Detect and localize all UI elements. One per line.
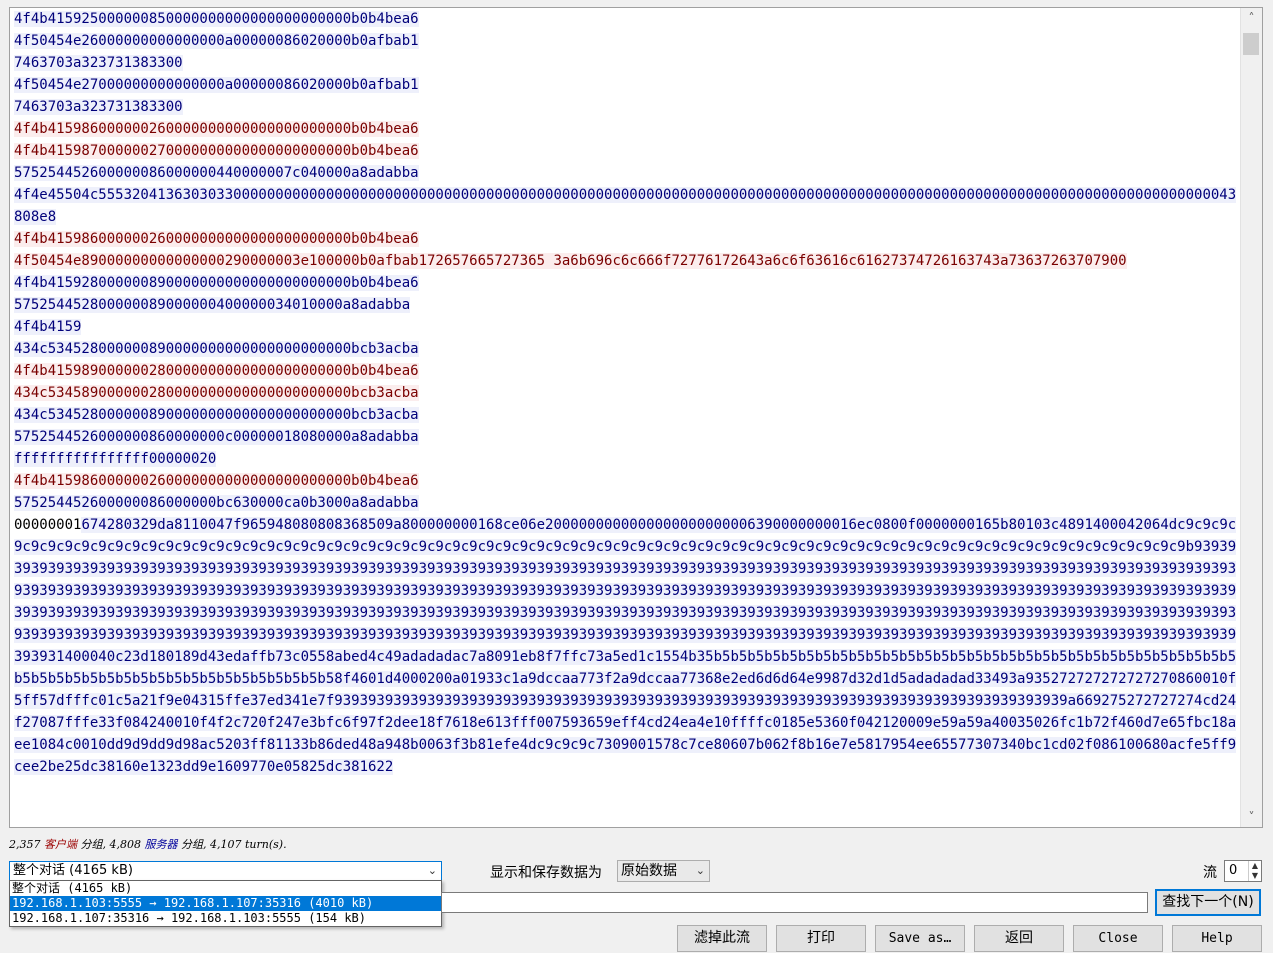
stream-segment-text: 4f4b415925000000850000000000000000000000… [14, 11, 419, 27]
stream-content-pane[interactable]: 4f4b415925000000850000000000000000000000… [9, 7, 1263, 828]
stream-spinbox[interactable]: 0 ▲ ▼ [1224, 860, 1262, 882]
stream-segment: 434c534528000000890000000000000000000000… [14, 338, 1240, 360]
scroll-up-icon[interactable]: ˄ [1241, 8, 1262, 28]
back-button[interactable]: 返回 [974, 925, 1064, 952]
stream-segment-text: 434c534528000000890000000000000000000000… [14, 341, 419, 357]
stream-segment: ffffffffffffffff00000020 [14, 448, 1240, 470]
spin-arrows-icon[interactable]: ▲ ▼ [1248, 861, 1261, 881]
stream-segment: 434c534589000000280000000000000000000000… [14, 382, 1240, 404]
stream-segment: 5752544526000000860000000c00000018080000… [14, 426, 1240, 448]
conversation-selected: 整个对话 (4165 kB) [13, 863, 133, 878]
stream-segment: 4f4b415925000000850000000000000000000000… [14, 8, 1240, 30]
server-unit: 分组, [181, 838, 210, 851]
stream-segment-text: 4f4b4159 [14, 319, 82, 335]
format-value: 原始数据 [621, 863, 677, 879]
stream-label: 流 [1203, 865, 1217, 881]
stream-segment: 575254452600000086000000440000007c040000… [14, 162, 1240, 184]
client-word: 客户端 [44, 838, 77, 851]
stream-segment-text: 4f4b415989000000280000000000000000000000… [14, 363, 419, 379]
stream-segment-text: 4f4b415986000000260000000000000000000000… [14, 231, 419, 247]
stream-segment: 4f4b415986000000260000000000000000000000… [14, 118, 1240, 140]
stream-segment: 4f4b415986000000260000000000000000000000… [14, 470, 1240, 492]
conversation-option[interactable]: 192.168.1.107:35316 → 192.168.1.103:5555… [10, 911, 441, 926]
conversation-dropdown: 整个对话 (4165 kB) 192.168.1.103:5555 → 192.… [9, 880, 442, 927]
stream-segment: 4f4b415986000000260000000000000000000000… [14, 228, 1240, 250]
stream-segment: 434c534528000000890000000000000000000000… [14, 404, 1240, 426]
packet-summary: 2,357 客户端 分组, 4,808 服务器 分组, 4,107 turn(s… [9, 836, 287, 852]
stream-segment: 575254452600000086000000bc630000ca0b3000… [14, 492, 1240, 514]
stream-segment: 4f50454e89000000000000000290000003e10000… [14, 250, 1240, 272]
stream-segment-plain: 00000001 [14, 517, 82, 533]
turns-count: 4,107 turn(s). [210, 838, 287, 851]
stream-segment-text: 4f4b415986000000260000000000000000000000… [14, 121, 419, 137]
format-select[interactable]: 原始数据 ⌄ [617, 860, 710, 882]
stream-segment: 4f50454e27000000000000000a00000086020000… [14, 74, 1240, 96]
help-button[interactable]: Help [1172, 925, 1262, 952]
print-button[interactable]: 打印 [776, 925, 866, 952]
stream-segment-text: 4f4e45504c555320413630303300000000000000… [14, 187, 1237, 225]
conversation-select[interactable]: 整个对话 (4165 kB) ⌄ [9, 861, 442, 881]
chevron-down-icon[interactable]: ⌄ [428, 862, 437, 880]
stream-segment-text: 575254452600000086000000440000007c040000… [14, 165, 419, 181]
server-word: 服务器 [144, 838, 178, 851]
stream-segment-text: ffffffffffffffff00000020 [14, 451, 217, 467]
stream-segment: 575254452800000089000000400000034010000a… [14, 294, 1240, 316]
stream-segment-text: 4f50454e27000000000000000a00000086020000… [14, 77, 419, 93]
find-input[interactable] [441, 892, 1148, 913]
stream-segment: 4f4b4159 [14, 316, 1240, 338]
stream-segment-text: 5752544526000000860000000c00000018080000… [14, 429, 419, 445]
stream-segment: 4f4e45504c555320413630303300000000000000… [14, 184, 1240, 228]
stream-segment-text: 4f4b415986000000260000000000000000000000… [14, 473, 419, 489]
filter-out-button[interactable]: 滤掉此流 [677, 925, 767, 952]
stream-segment: 4f4b415989000000280000000000000000000000… [14, 360, 1240, 382]
scroll-thumb[interactable] [1243, 33, 1259, 55]
find-next-button[interactable]: 查找下一个(N) [1155, 889, 1261, 916]
stream-segment-text: 434c534589000000280000000000000000000000… [14, 385, 419, 401]
stream-spinbox-value: 0 [1229, 863, 1238, 878]
stream-segment-text: 575254452600000086000000bc630000ca0b3000… [14, 495, 419, 511]
vertical-scrollbar[interactable]: ˄ ˅ [1240, 8, 1262, 827]
stream-segment-text: 7463703a323731383300 [14, 55, 183, 71]
stream-segment-text: 674280329da8110047f965948080808368509a80… [14, 517, 1237, 775]
client-unit: 分组, [80, 838, 110, 851]
stream-segment: 4f4b415928000000890000000000000000000000… [14, 272, 1240, 294]
stream-text: 4f4b415925000000850000000000000000000000… [14, 8, 1240, 778]
stream-segment-text: 434c534528000000890000000000000000000000… [14, 407, 419, 423]
stream-segment: 7463703a323731383300 [14, 96, 1240, 118]
stream-segment-text: 575254452800000089000000400000034010000a… [14, 297, 411, 313]
stream-segment: 00000001674280329da8110047f9659480808083… [14, 514, 1240, 778]
chevron-down-icon[interactable]: ⌄ [696, 861, 705, 881]
format-label: 显示和保存数据为 [490, 865, 602, 881]
stream-segment-text: 4f4b415928000000890000000000000000000000… [14, 275, 419, 291]
save-as-button[interactable]: Save as… [875, 925, 965, 952]
stream-segment: 4f50454e26000000000000000a00000086020000… [14, 30, 1240, 52]
stream-segment-text: 4f50454e89000000000000000290000003e10000… [14, 253, 1127, 269]
conversation-option-highlighted[interactable]: 192.168.1.103:5555 → 192.168.1.107:35316… [10, 896, 441, 911]
client-count: 2,357 [9, 838, 41, 851]
close-button[interactable]: Close [1073, 925, 1163, 952]
stream-segment: 4f4b415987000000270000000000000000000000… [14, 140, 1240, 162]
scroll-down-icon[interactable]: ˅ [1241, 807, 1262, 827]
stream-segment-text: 7463703a323731383300 [14, 99, 183, 115]
stream-segment: 7463703a323731383300 [14, 52, 1240, 74]
stream-segment-text: 4f4b415987000000270000000000000000000000… [14, 143, 419, 159]
stream-segment-text: 4f50454e26000000000000000a00000086020000… [14, 33, 419, 49]
conversation-option[interactable]: 整个对话 (4165 kB) [10, 881, 441, 896]
server-count: 4,808 [109, 838, 142, 851]
